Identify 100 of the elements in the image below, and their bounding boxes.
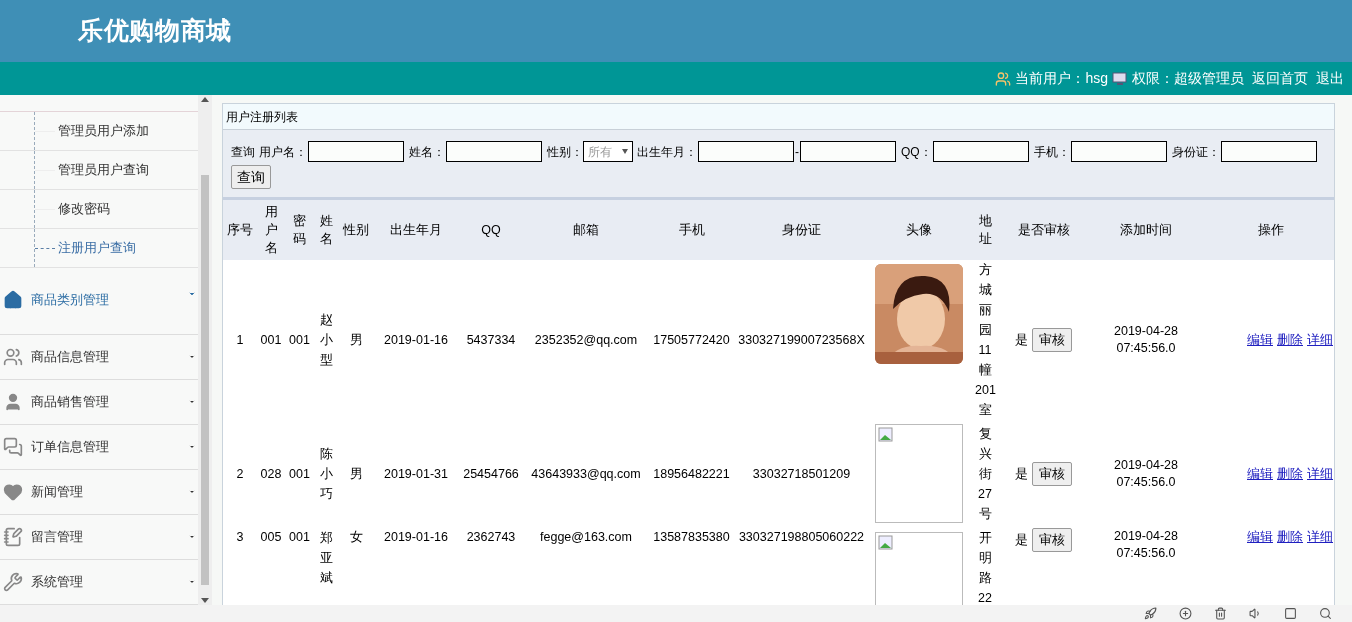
column-header: 密码 <box>292 213 307 248</box>
current-user: 当前用户：hsg <box>1015 69 1108 88</box>
search-icon[interactable] <box>1319 607 1332 620</box>
column-header: 邮箱 <box>573 223 599 237</box>
action-link[interactable]: 删除 <box>1277 464 1303 484</box>
input-field[interactable] <box>800 141 896 162</box>
column-header: 头像 <box>906 223 932 237</box>
action-link[interactable]: 详细 <box>1307 330 1333 350</box>
speaker-icon[interactable] <box>1249 607 1262 620</box>
broken-image-icon <box>878 535 894 551</box>
expand-caret-icon <box>188 443 196 451</box>
window-icon[interactable] <box>1284 607 1297 620</box>
panel-title: 用户注册列表 <box>226 108 298 126</box>
table-cell: 25454766 <box>463 466 519 481</box>
table-cell: 001 <box>260 332 282 347</box>
input-field[interactable] <box>1220 141 1317 162</box>
action-link[interactable]: 详细 <box>1307 528 1333 547</box>
trash-icon[interactable] <box>1214 607 1227 620</box>
table-cell: 330327198805060222 <box>738 530 865 544</box>
nav-link[interactable]: 返回首页 <box>1252 68 1308 89</box>
table-cell-text: 复兴街27号 <box>977 426 993 523</box>
field-label: 用户名： <box>259 143 307 161</box>
table-cell: 13587835380 <box>653 530 730 544</box>
table-cell: 女 <box>349 530 363 544</box>
column-header: 地址 <box>977 213 993 248</box>
submenu-item[interactable]: 修改密码 <box>58 199 110 219</box>
expand-caret-icon <box>188 290 196 298</box>
action-link[interactable]: 删除 <box>1277 528 1303 547</box>
input-field[interactable] <box>446 141 542 162</box>
table-cell: 17505772420 <box>653 332 730 347</box>
input-field[interactable] <box>308 141 404 162</box>
column-header: 是否审核 <box>1017 223 1070 237</box>
table-cell: 2019-01-16 <box>384 530 448 544</box>
search-label: 查询 <box>231 143 255 161</box>
computer-icon <box>1112 70 1128 87</box>
table-cell: 028 <box>260 466 282 481</box>
expand-caret-icon <box>188 533 196 541</box>
approve-button[interactable]: 审核 <box>1032 462 1072 486</box>
column-header: 手机 <box>678 223 705 237</box>
table-cell-text: 2019-04-28 07:45:56.0 <box>1113 528 1179 562</box>
table-cell: fegge@163.com <box>540 530 632 544</box>
chat-icon <box>3 437 23 457</box>
column-header: 身份证 <box>782 223 821 237</box>
tools-icon <box>3 572 23 592</box>
table-cell: 43643933@qq.com <box>531 466 641 481</box>
broken-image-icon <box>878 427 894 443</box>
expand-caret-icon <box>188 578 196 586</box>
action-link[interactable]: 详细 <box>1307 464 1333 484</box>
submenu-item[interactable]: 管理员用户查询 <box>58 160 149 180</box>
column-header: 添加时间 <box>1120 223 1172 237</box>
nav-link[interactable]: 退出 <box>1316 68 1344 89</box>
submenu-item[interactable]: 管理员用户添加 <box>58 121 149 141</box>
site-title: 乐优购物商城 <box>78 15 232 47</box>
expand-caret-icon <box>188 353 196 361</box>
users-icon <box>3 347 23 367</box>
column-header: 序号 <box>227 223 253 237</box>
table-cell: 3 <box>236 530 244 544</box>
sidebar-menu-item[interactable]: 新闻管理 <box>0 470 198 515</box>
action-link[interactable]: 编辑 <box>1247 528 1273 547</box>
table-cell: 2019-01-16 <box>384 332 448 347</box>
table-cell-text: 是 <box>1015 331 1028 349</box>
search-button[interactable]: 查询 <box>231 165 271 189</box>
column-header: 出生年月 <box>390 223 442 237</box>
table-cell: 001 <box>289 466 310 481</box>
table-cell: 5437334 <box>466 332 516 347</box>
heart-icon <box>3 482 23 502</box>
table-cell: 2362743 <box>466 530 516 544</box>
sidebar-scrollbar[interactable] <box>198 95 212 605</box>
table-cell: 18956482221 <box>653 466 730 481</box>
field-label: 身份证： <box>1171 143 1220 161</box>
column-header: 性别 <box>343 223 369 237</box>
input-field[interactable] <box>932 141 1029 162</box>
table-cell: 男 <box>349 332 363 347</box>
rocket-icon[interactable] <box>1144 607 1157 620</box>
table-cell: 男 <box>349 466 363 481</box>
action-link[interactable]: 删除 <box>1277 330 1303 350</box>
field-label: 手机： <box>1033 143 1070 161</box>
table-cell: 005 <box>260 530 282 544</box>
submenu-item[interactable]: 注册用户查询 <box>58 238 136 258</box>
approve-button[interactable]: 审核 <box>1032 328 1072 352</box>
approve-button[interactable]: 审核 <box>1032 528 1072 552</box>
home-icon <box>3 290 23 310</box>
table-cell: 33032719900723568X <box>738 332 865 347</box>
user-icon <box>3 392 23 412</box>
field-label: QQ： <box>901 143 932 161</box>
table-cell-text: 是 <box>1015 465 1028 483</box>
action-link[interactable]: 编辑 <box>1247 464 1273 484</box>
table-cell-text: 2019-04-28 07:45:56.0 <box>1113 322 1179 357</box>
input-field[interactable] <box>698 141 794 162</box>
table-cell-text: 2019-04-28 07:45:56.0 <box>1113 456 1179 491</box>
column-header: 姓名 <box>319 213 334 248</box>
note-icon <box>3 527 23 547</box>
column-header: QQ <box>481 223 501 237</box>
users-icon <box>995 70 1012 87</box>
expand-caret-icon <box>188 488 196 496</box>
input-field[interactable] <box>1070 141 1167 162</box>
add-circle-icon[interactable] <box>1179 607 1192 620</box>
action-link[interactable]: 编辑 <box>1247 330 1273 350</box>
table-cell: 001 <box>289 332 310 347</box>
table-cell: 001 <box>289 530 310 544</box>
